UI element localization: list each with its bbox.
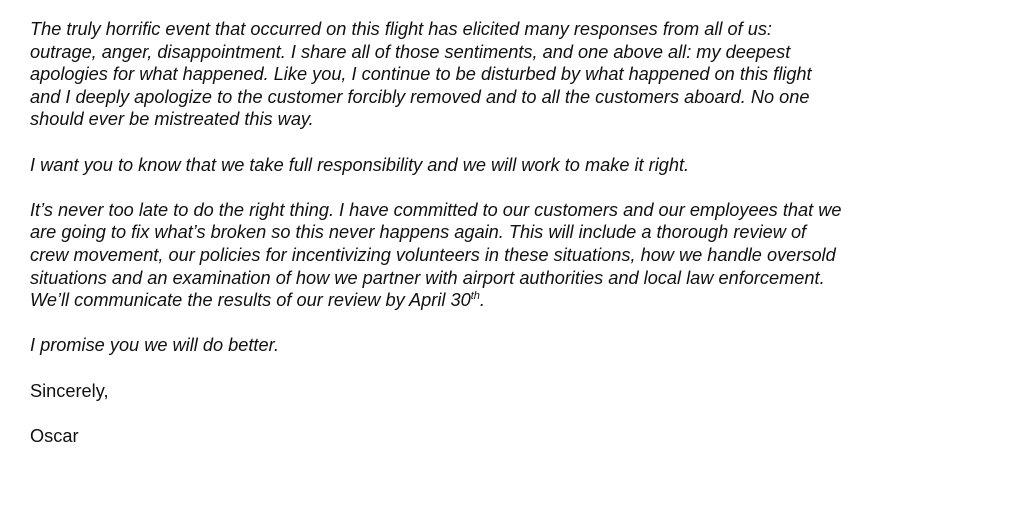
- text-line-main: We’ll communicate the results of our rev…: [30, 290, 471, 311]
- ordinal-suffix: th: [470, 290, 480, 303]
- text-line: are going to fix what’s broken so this n…: [30, 222, 807, 243]
- text-line: crew movement, our policies for incentiv…: [30, 244, 836, 265]
- text-line: situations and an examination of how we …: [30, 267, 825, 288]
- text-line: I want you to know that we take full res…: [30, 154, 690, 175]
- text-line: The truly horrific event that occurred o…: [30, 19, 772, 39]
- paragraph-responsibility: I want you to know that we take full res…: [30, 154, 1004, 177]
- paragraph-promise: I promise you we will do better.: [30, 334, 1004, 357]
- text-line-end: .: [479, 290, 485, 311]
- signature: Oscar: [30, 425, 79, 446]
- text-line: It’s never too late to do the right thin…: [30, 199, 842, 220]
- text-line: We’ll communicate the results of our rev…: [30, 289, 1004, 312]
- paragraph-apology: The truly horrific event that occurred o…: [30, 18, 1004, 131]
- closing: Sincerely,: [30, 380, 109, 401]
- text-line: I promise you we will do better.: [30, 335, 280, 356]
- text-line: should ever be mistreated this way.: [30, 109, 314, 130]
- letter-document: The truly horrific event that occurred o…: [0, 0, 1024, 512]
- text-line: apologies for what happened. Like you, I…: [30, 64, 812, 85]
- text-line: and I deeply apologize to the customer f…: [30, 86, 810, 107]
- paragraph-commitment: It’s never too late to do the right thin…: [30, 199, 1004, 312]
- text-line: outrage, anger, disappointment. I share …: [30, 41, 791, 62]
